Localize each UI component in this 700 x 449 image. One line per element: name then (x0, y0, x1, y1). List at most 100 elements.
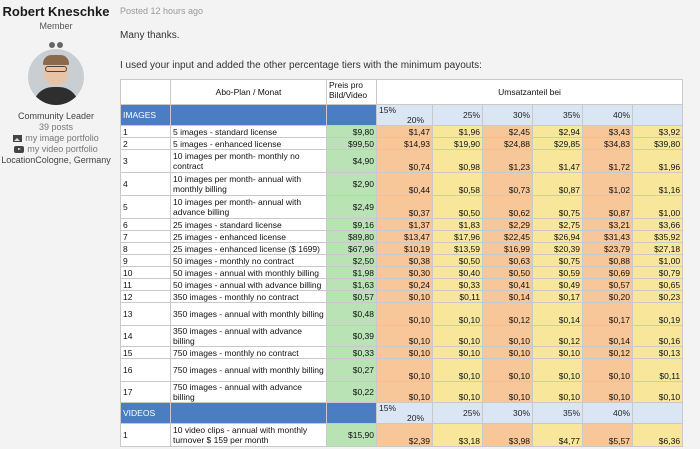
tier-label: 40% (582, 402, 633, 424)
tier-label: 25% (432, 402, 483, 424)
row-number: 12 (120, 290, 171, 303)
author-title: Community Leader (17, 111, 95, 121)
section-spacer (326, 104, 377, 126)
payout-cell: $3,66 (631, 218, 684, 231)
payout-cell: $0,10 (376, 302, 433, 326)
price-cell: $0,48 (326, 302, 377, 326)
price-cell: $15,90 (326, 423, 377, 447)
payout-cell: $0,13 (631, 346, 684, 359)
payout-cell: $0,10 (432, 346, 483, 359)
price-cell: $99,50 (326, 137, 377, 150)
table-row: 11 50 images - annual with advance billin… (120, 278, 684, 291)
author-name[interactable]: Robert Kneschke (0, 4, 112, 19)
payout-cell: $0,88 (582, 254, 633, 267)
plan-description: 10 images per month- monthly no contract (170, 149, 327, 173)
payout-cell: $0,19 (631, 302, 684, 326)
payout-cell: $0,14 (582, 325, 633, 347)
videos-section-row: VIDEOS 15% 20% 25% 30% 35% 40% (120, 402, 684, 424)
post-text-line1: Many thanks. (120, 30, 180, 41)
payout-cell: $0,17 (582, 302, 633, 326)
table-row: 16 750 images - annual with monthly billi… (120, 358, 684, 382)
tier-label: 35% (532, 104, 583, 126)
payout-cell: $0,10 (582, 358, 633, 382)
payout-cell: $19,90 (432, 137, 483, 150)
payout-cell: $1,96 (432, 125, 483, 138)
payout-cell: $0,65 (631, 278, 684, 291)
video-icon (14, 146, 25, 154)
payout-cell: $31,43 (582, 230, 633, 243)
table-header-row: Abo-Plan / Monat Preis pro Bild/Video Um… (120, 79, 684, 105)
image-portfolio-link[interactable]: my image portfolio (0, 133, 112, 144)
plan-description: 350 images - monthly no contract (170, 290, 327, 303)
payout-cell: $0,23 (631, 290, 684, 303)
table-row: 9 50 images - monthly no contract $2,50 $0,… (120, 254, 684, 267)
section-spacer (326, 402, 377, 424)
payout-cell: $0,41 (482, 278, 533, 291)
row-number: 1 (120, 423, 171, 447)
payout-cell: $17,96 (432, 230, 483, 243)
post-count: 39 posts (38, 122, 74, 132)
payout-cell: $0,11 (631, 358, 684, 382)
payout-cell: $0,59 (532, 266, 583, 279)
header-plan: Abo-Plan / Monat (170, 79, 327, 105)
payout-cell: $3,18 (432, 423, 483, 447)
payout-cell: $35,92 (631, 230, 684, 243)
payout-cell: $0,73 (482, 172, 533, 196)
row-number: 16 (120, 358, 171, 382)
payout-cell: $0,10 (482, 346, 533, 359)
payout-cell: $4,77 (532, 423, 583, 447)
author-location: LocationCologne, Germany (1, 155, 111, 165)
plan-description: 25 images - standard license (170, 218, 327, 231)
payout-cell: $1,00 (631, 195, 684, 219)
plan-description: 10 video clips - annual with monthly tur… (170, 423, 327, 447)
row-number: 10 (120, 266, 171, 279)
payout-cell: $20,39 (532, 242, 583, 255)
images-section-label: IMAGES (120, 104, 171, 126)
payout-cell: $2,94 (532, 125, 583, 138)
price-cell: $67,96 (326, 242, 377, 255)
payout-cell: $27,18 (631, 242, 684, 255)
header-share: Umsatzanteil bei (375, 79, 684, 105)
payout-cell: $39,80 (631, 137, 684, 150)
row-number: 9 (120, 254, 171, 267)
table-row: 17 750 images - annual with advance billi… (120, 381, 684, 403)
payout-cell: $0,74 (376, 149, 433, 173)
header-empty-cell (120, 79, 171, 105)
payout-cell: $3,92 (631, 125, 684, 138)
tier-label: 40% (582, 104, 633, 126)
payout-cell: $6,36 (631, 423, 684, 447)
payout-cell: $1,02 (582, 172, 633, 196)
payout-cell: $0,10 (532, 346, 583, 359)
video-portfolio-link[interactable]: my video portfolio (0, 144, 112, 155)
image-icon (13, 135, 23, 143)
payout-cell: $0,87 (582, 195, 633, 219)
tier-label: 35% (532, 402, 583, 424)
payout-cell: $5,57 (582, 423, 633, 447)
row-number: 2 (120, 137, 171, 150)
payout-cell: $1,00 (631, 254, 684, 267)
table-row: 5 10 images per month- annual with advanc… (120, 195, 684, 219)
payout-cell: $0,58 (432, 172, 483, 196)
table-row: 25 images - enhanced license $99,50 $14,93… (120, 137, 684, 150)
payout-cell: $0,75 (532, 195, 583, 219)
header-price: Preis pro Bild/Video (326, 79, 377, 105)
row-number: 1 (120, 125, 171, 138)
tier-label: 30% (482, 104, 533, 126)
payout-cell: $0,75 (532, 254, 583, 267)
row-number: 11 (120, 278, 171, 291)
payout-cell: $0,10 (376, 325, 433, 347)
payout-cell: $0,24 (376, 278, 433, 291)
avatar[interactable] (28, 49, 84, 105)
payout-cell: $22,45 (482, 230, 533, 243)
row-number: 17 (120, 381, 171, 403)
author-sidebar: Robert Kneschke Member Community Leader … (0, 0, 112, 449)
payout-cell: $0,69 (582, 266, 633, 279)
images-section-row: IMAGES 15% 20% 25% 30% 35% 40% (120, 104, 684, 126)
payout-cell: $10,19 (376, 242, 433, 255)
plan-description: 25 images - enhanced license (170, 230, 327, 243)
post-text-line2: I used your input and added the other pe… (120, 60, 482, 71)
table-row: 8 25 images - enhanced license ($ 1699) $6… (120, 242, 684, 255)
post-timestamp[interactable]: Posted 12 hours ago (120, 6, 203, 16)
payout-cell: $16,99 (482, 242, 533, 255)
payout-cell: $2,75 (532, 218, 583, 231)
